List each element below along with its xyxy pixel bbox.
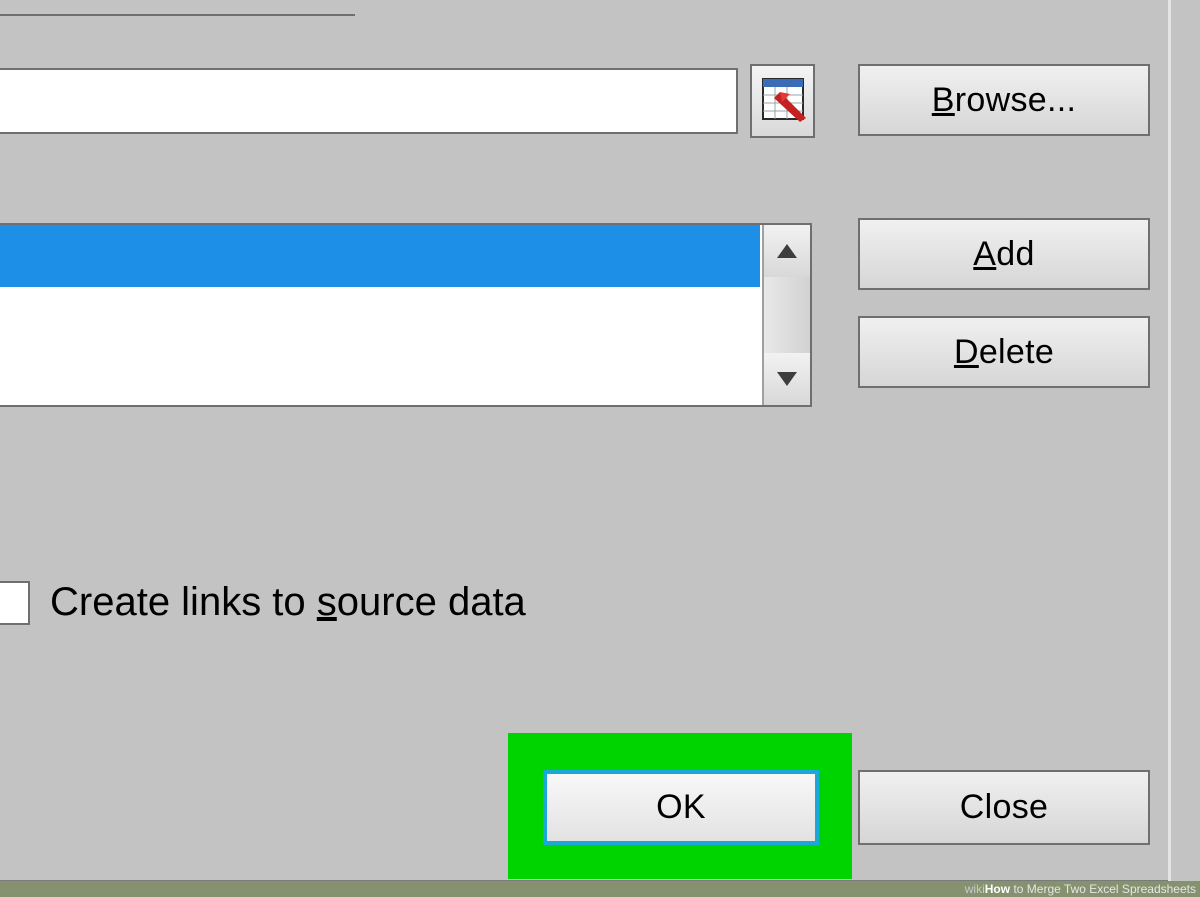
scroll-up-button[interactable]: [764, 225, 810, 277]
watermark-bold: How: [985, 882, 1010, 896]
button-mnemonic: A: [973, 235, 996, 274]
watermark-text: to Merge Two Excel Spreadsheets: [1010, 882, 1196, 896]
label-text: Create links to: [50, 580, 317, 624]
range-picker-button[interactable]: [750, 64, 815, 138]
window-edge: [1165, 0, 1200, 897]
button-label: Close: [960, 788, 1048, 827]
browse-button[interactable]: Browse...: [858, 64, 1150, 136]
delete-button[interactable]: Delete: [858, 316, 1150, 388]
button-mnemonic: D: [954, 333, 979, 372]
watermark-caption: wikiHow to Merge Two Excel Spreadsheets: [0, 881, 1200, 897]
reference-input[interactable]: [0, 68, 738, 134]
button-label: elete: [979, 333, 1054, 372]
create-links-checkbox[interactable]: [0, 581, 30, 625]
button-mnemonic: B: [932, 81, 955, 120]
create-links-label: Create links to source data: [50, 580, 526, 625]
scroll-down-button[interactable]: [764, 353, 810, 405]
watermark-prefix: wiki: [965, 882, 985, 896]
close-button[interactable]: Close: [858, 770, 1150, 845]
button-label: dd: [996, 235, 1034, 274]
consolidate-dialog: Browse... Add Delete Create links t: [0, 0, 1168, 882]
separator: [0, 14, 355, 16]
button-label: OK: [656, 788, 706, 827]
create-links-row: Create links to source data: [0, 580, 526, 625]
scrollbar[interactable]: [762, 225, 810, 405]
label-text: ource data: [337, 580, 526, 624]
collapse-dialog-icon: [760, 76, 806, 127]
button-label: rowse...: [955, 81, 1076, 120]
all-references-listbox[interactable]: [0, 223, 812, 407]
ok-button[interactable]: OK: [543, 770, 819, 845]
chevron-up-icon: [777, 244, 797, 258]
list-item[interactable]: [0, 225, 760, 287]
add-button[interactable]: Add: [858, 218, 1150, 290]
chevron-down-icon: [777, 372, 797, 386]
label-mnemonic: s: [317, 580, 337, 624]
